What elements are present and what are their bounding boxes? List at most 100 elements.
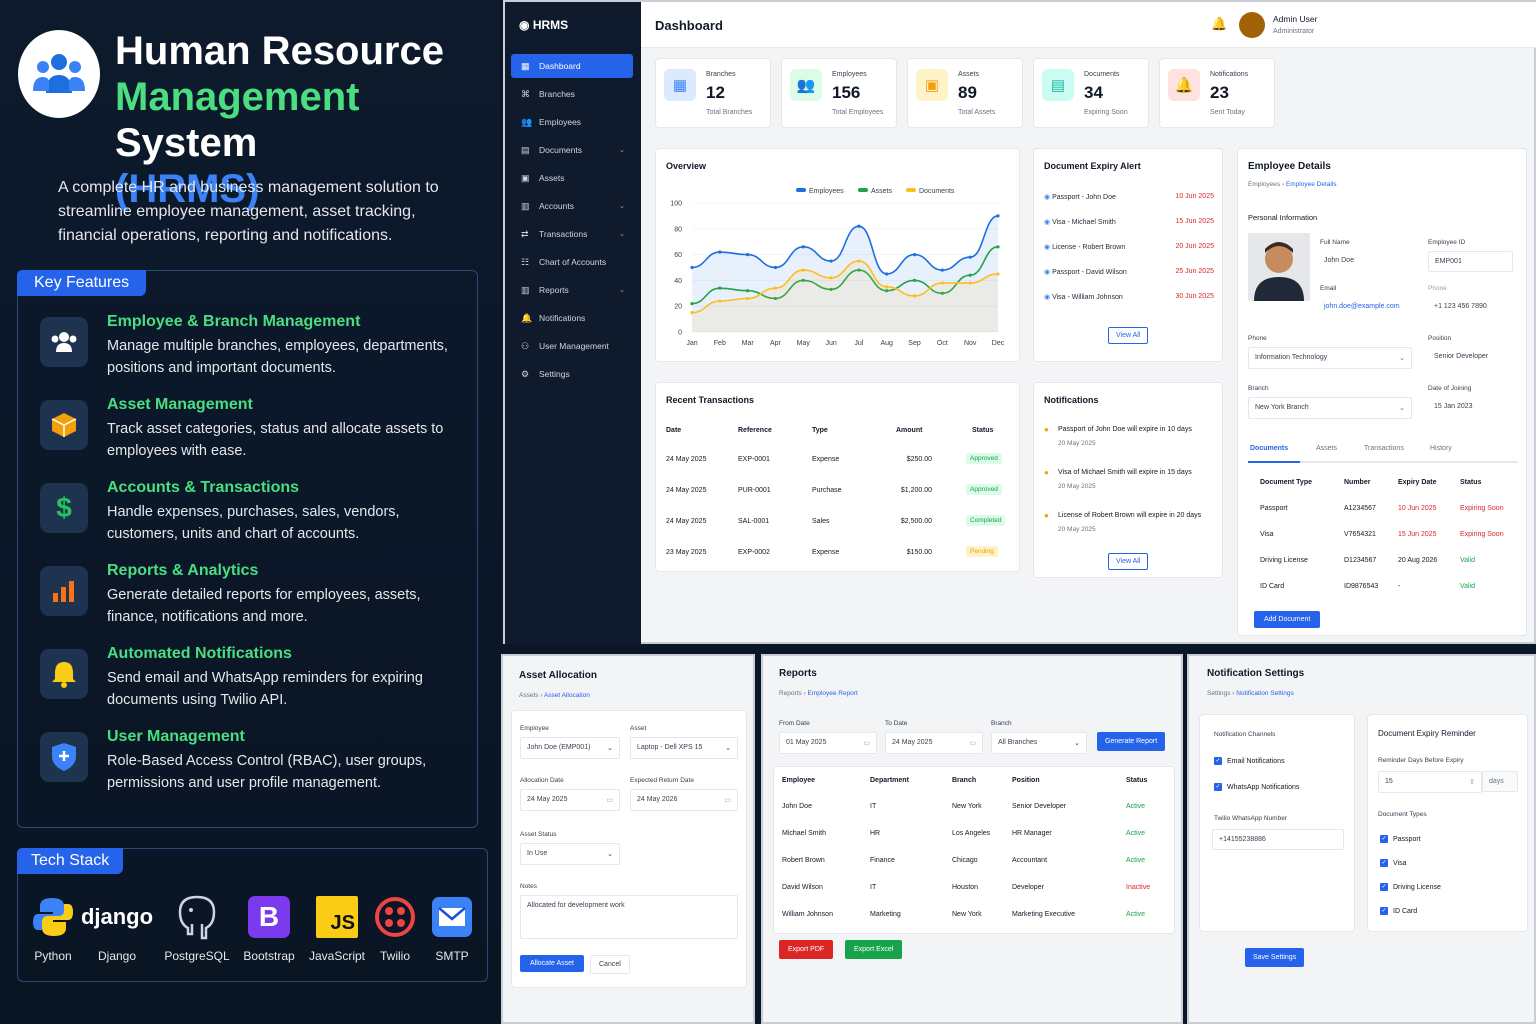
- expiry-view-all-button[interactable]: View All: [1108, 327, 1149, 344]
- active-tab-indicator: [1248, 461, 1300, 463]
- notification-item[interactable]: ● Visa of Michael Smith will expire in 1…: [1044, 468, 1216, 490]
- sidebar-item-user-management[interactable]: ⚇ User Management: [511, 334, 633, 358]
- feature-title: Accounts & Transactions: [107, 479, 300, 496]
- sidebar-item-employees[interactable]: 👥 Employees: [511, 110, 633, 134]
- employee-breadcrumb: Employees › Employee Details: [1248, 181, 1337, 188]
- stat-card-branches[interactable]: ▦ Branches 12 Total Branches: [655, 58, 771, 128]
- sidebar-brand: ◉ HRMS: [519, 18, 569, 32]
- calendar-icon: ▭: [724, 797, 731, 804]
- twilio-number-input[interactable]: +14155238886: [1212, 829, 1344, 850]
- tab-transactions[interactable]: Transactions: [1364, 445, 1404, 452]
- notification-settings-panel: Notification Settings Settings › Notific…: [1187, 654, 1536, 1024]
- report-header: Status: [1126, 777, 1148, 784]
- stat-card-documents[interactable]: ▤ Documents 34 Expiring Soon: [1033, 58, 1149, 128]
- allocation-date-input[interactable]: 24 May 2025 ▭: [520, 789, 620, 811]
- document-icon: ▤: [1042, 69, 1074, 101]
- reminder-days-input[interactable]: 15 ⇕: [1378, 771, 1482, 793]
- transactions-title: Recent Transactions: [666, 395, 755, 405]
- tech-django: django Django: [81, 893, 153, 963]
- export-excel-button[interactable]: Export Excel: [845, 940, 903, 959]
- avatar[interactable]: [1239, 12, 1265, 38]
- add-document-button[interactable]: Add Document: [1254, 611, 1321, 628]
- stat-card-employees[interactable]: 👥 Employees 156 Total Employees: [781, 58, 897, 128]
- report-header: Position: [1012, 777, 1040, 784]
- generate-report-button[interactable]: Generate Report: [1097, 732, 1166, 751]
- report-cell: IT: [870, 884, 877, 891]
- asset-select[interactable]: Laptop - Dell XPS 15 ⌄: [630, 737, 738, 759]
- notes-textarea[interactable]: Allocated for development work: [520, 895, 738, 939]
- email-checkbox[interactable]: ✓ Email Notifications: [1214, 757, 1285, 765]
- asset-status-select[interactable]: In Use ⌄: [520, 843, 620, 865]
- tx-cell: Sales: [812, 518, 830, 525]
- doc-cell: A1234567: [1344, 505, 1376, 512]
- status-badge: Valid: [1460, 557, 1476, 564]
- branch-select[interactable]: New York Branch ⌄: [1248, 397, 1412, 419]
- doc-type-checkbox[interactable]: ✓ Passport: [1380, 835, 1421, 843]
- expiry-item[interactable]: ◉ Visa - William Johnson 30 Jun 2025: [1044, 293, 1214, 301]
- report-cell: HR: [870, 830, 881, 837]
- calendar-icon: ▭: [606, 797, 613, 804]
- sidebar-item-chart-of-accounts[interactable]: ☷ Chart of Accounts: [511, 250, 633, 274]
- data-point: [690, 265, 694, 270]
- notification-item[interactable]: ● Passport of John Doe will expire in 10…: [1044, 425, 1216, 447]
- sidebar-item-documents[interactable]: ▤ Documents ⌄: [511, 138, 633, 162]
- expiry-item[interactable]: ◉ Visa - Michael Smith 15 Jun 2025: [1044, 218, 1214, 226]
- users-icon: 👥: [790, 69, 822, 101]
- sidebar-item-dashboard[interactable]: ▦ Dashboard: [511, 54, 633, 78]
- stat-card-notifications[interactable]: 🔔 Notifications 23 Sent Today: [1159, 58, 1275, 128]
- elephant-icon: [178, 895, 216, 940]
- allocate-asset-button[interactable]: Allocate Asset: [520, 955, 584, 972]
- report-header: Employee: [782, 777, 816, 784]
- cancel-button[interactable]: Cancel: [590, 955, 630, 974]
- stat-card-assets[interactable]: ▣ Assets 89 Total Assets: [907, 58, 1023, 128]
- x-tick-label: Nov: [964, 340, 977, 347]
- notif-settings-title: Notification Settings: [1207, 668, 1305, 679]
- hero-panel: Human Resource Management System (HRMS) …: [0, 0, 500, 1024]
- sidebar-item-label: Settings: [539, 369, 570, 379]
- tab-history[interactable]: History: [1430, 445, 1452, 452]
- position-field: Senior Developer: [1428, 347, 1513, 366]
- expiry-item[interactable]: ◉ Passport - David Wilson 25 Jun 2025: [1044, 268, 1214, 276]
- to-date-input[interactable]: 24 May 2025 ▭: [885, 732, 983, 754]
- sidebar-item-transactions[interactable]: ⇄ Transactions ⌄: [511, 222, 633, 246]
- doc-cell: ID9876543: [1344, 583, 1379, 590]
- notif-breadcrumb: Settings › Notification Settings: [1207, 690, 1294, 697]
- notifications-view-all-button[interactable]: View All: [1108, 553, 1149, 570]
- tx-cell: Expense: [812, 456, 840, 463]
- sidebar-item-branches[interactable]: ⌘ Branches: [511, 82, 633, 106]
- dashboard-window: ◉ HRMS ▦ Dashboard ⌘ Branches 👥 Employees ▤…: [503, 0, 1536, 644]
- report-cell: Michael Smith: [782, 830, 826, 837]
- sidebar-item-assets[interactable]: ▣ Assets: [511, 166, 633, 190]
- notifications-card: Notifications ● Passport of John Doe wil…: [1033, 382, 1223, 578]
- from-date-input[interactable]: 01 May 2025 ▭: [779, 732, 877, 754]
- sidebar-item-reports[interactable]: ▥ Reports ⌄: [511, 278, 633, 302]
- sidebar-item-notifications[interactable]: 🔔 Notifications: [511, 306, 633, 330]
- export-pdf-button[interactable]: Export PDF: [779, 940, 834, 959]
- department-select[interactable]: Information Technology ⌄: [1248, 347, 1412, 369]
- doc-type-checkbox[interactable]: ✓ Driving License: [1380, 883, 1441, 891]
- sidebar-item-accounts[interactable]: ▥ Accounts ⌄: [511, 194, 633, 218]
- report-cell: William Johnson: [782, 911, 833, 918]
- report-branch-select[interactable]: All Branches ⌄: [991, 732, 1087, 754]
- doc-type-checkbox[interactable]: ✓ Visa: [1380, 859, 1407, 867]
- sidebar-item-label: Accounts: [539, 201, 574, 211]
- sidebar-item-label: Documents: [539, 145, 582, 155]
- expiry-item[interactable]: ◉ Passport - John Doe 10 Jun 2025: [1044, 193, 1214, 201]
- expiry-item[interactable]: ◉ License - Robert Brown 20 Jun 2025: [1044, 243, 1214, 251]
- users-icon: 👥: [521, 116, 533, 127]
- whatsapp-checkbox[interactable]: ✓ WhatsApp Notifications: [1214, 783, 1299, 791]
- tab-assets[interactable]: Assets: [1316, 445, 1337, 452]
- bell-icon[interactable]: 🔔: [1211, 16, 1227, 32]
- feature-title: Reports & Analytics: [107, 562, 259, 579]
- data-point: [996, 214, 1000, 218]
- employee-select[interactable]: John Doe (EMP001) ⌄: [520, 737, 620, 759]
- return-date-input[interactable]: 24 May 2026 ▭: [630, 789, 738, 811]
- tab-documents[interactable]: Documents: [1250, 445, 1288, 452]
- doc-type-checkbox[interactable]: ✓ ID Card: [1380, 907, 1417, 915]
- save-settings-button[interactable]: Save Settings: [1245, 948, 1305, 967]
- sidebar-item-label: Employees: [539, 117, 582, 127]
- data-point: [912, 278, 917, 282]
- legend-label: Assets: [871, 188, 893, 195]
- notification-item[interactable]: ● License of Robert Brown will expire in…: [1044, 511, 1216, 533]
- sidebar-item-settings[interactable]: ⚙ Settings: [511, 362, 633, 386]
